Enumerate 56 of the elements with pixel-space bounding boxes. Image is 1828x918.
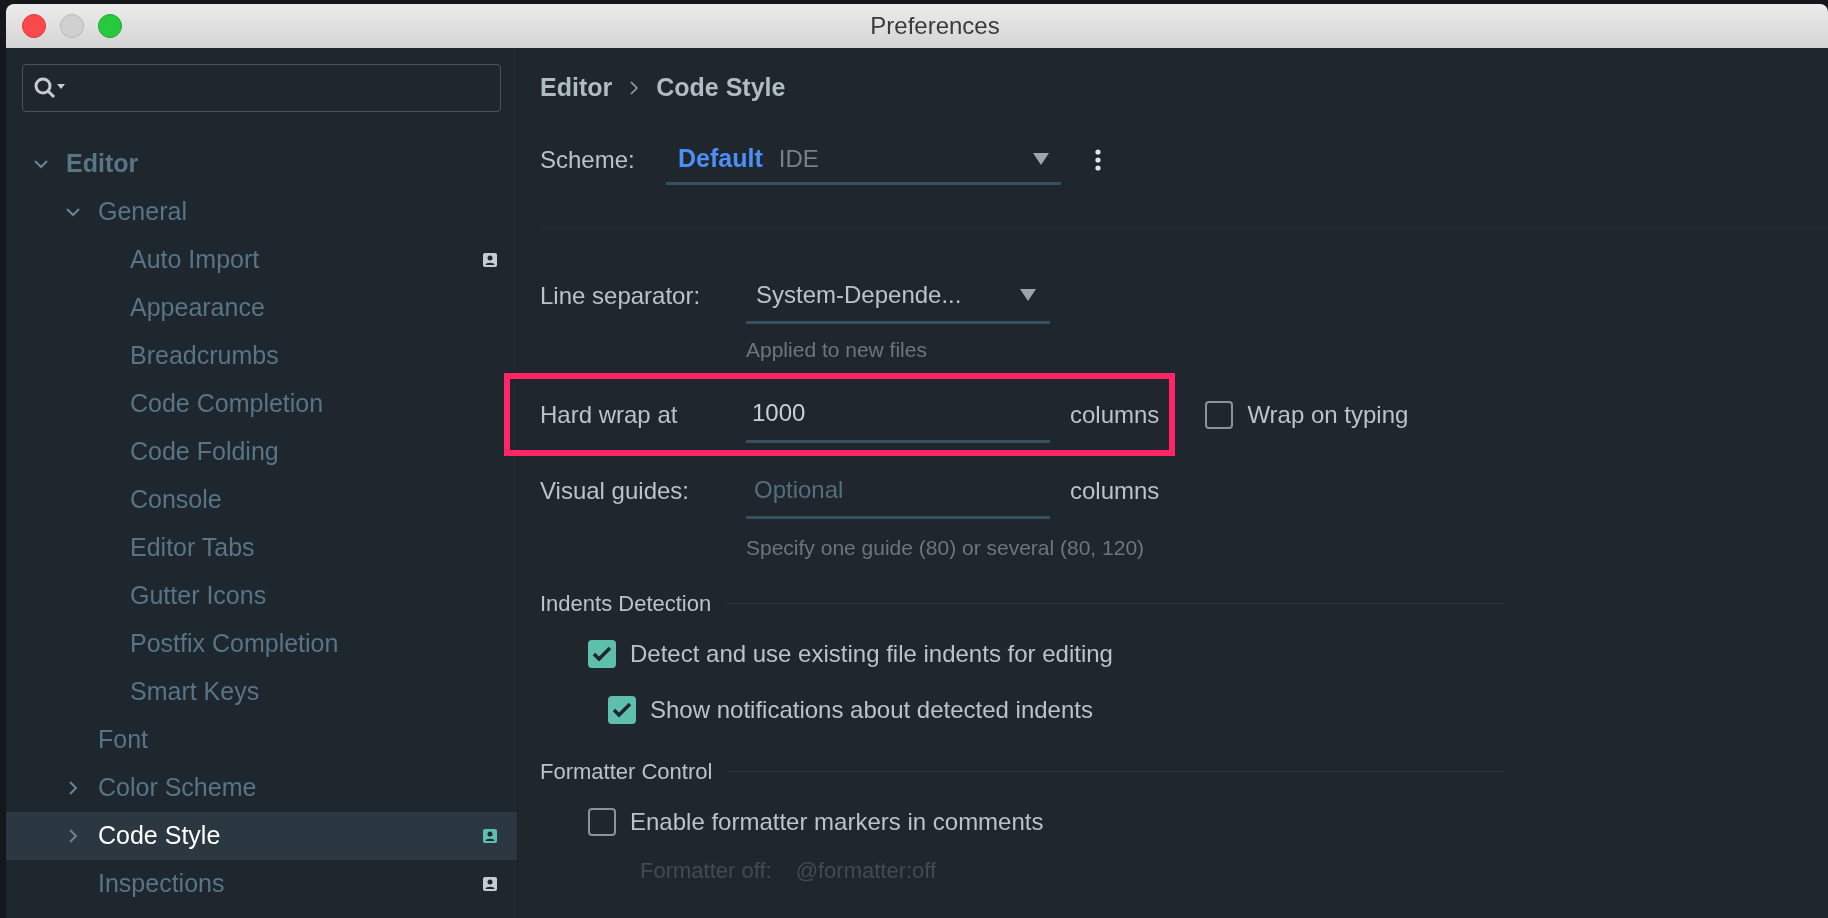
- tree-item[interactable]: Editor: [6, 140, 517, 188]
- checkbox[interactable]: [588, 640, 616, 668]
- checkbox[interactable]: [588, 808, 616, 836]
- checkbox-label: Enable formatter markers in comments: [630, 807, 1044, 837]
- hint-text: Applied to new files: [746, 337, 927, 364]
- checkbox-label: Show notifications about detected indents: [650, 695, 1093, 725]
- close-button[interactable]: [22, 14, 46, 38]
- tree-item[interactable]: Code Style: [6, 812, 517, 860]
- tree-item[interactable]: Smart Keys: [6, 668, 517, 716]
- scheme-dropdown[interactable]: Default IDE: [666, 135, 1061, 185]
- scheme-label: Scheme:: [540, 145, 636, 175]
- checkbox[interactable]: [1205, 400, 1234, 429]
- tree-item[interactable]: Appearance: [6, 284, 517, 332]
- chevron-down-icon[interactable]: [66, 205, 80, 219]
- section-title: Indents Detection: [540, 589, 712, 618]
- line-separator-label: Line separator:: [540, 281, 702, 311]
- chevron-right-icon[interactable]: [66, 781, 80, 795]
- tree-item[interactable]: General: [6, 188, 517, 236]
- tree-item[interactable]: Code Folding: [6, 428, 517, 476]
- chevron-down-icon[interactable]: [34, 157, 48, 171]
- breadcrumb-item[interactable]: Code Style: [656, 69, 786, 107]
- zoom-button[interactable]: [98, 14, 122, 38]
- checkbox[interactable]: [608, 696, 636, 724]
- columns-label: columns: [1070, 399, 1160, 430]
- person-badge-icon: [483, 877, 497, 891]
- person-badge-icon: [483, 829, 497, 843]
- tree-item[interactable]: Color Scheme: [6, 764, 517, 812]
- hard-wrap-field[interactable]: 1000: [746, 386, 1050, 443]
- tree-item[interactable]: Auto Import: [6, 236, 517, 284]
- more-options-icon[interactable]: [1095, 149, 1101, 171]
- tree-item[interactable]: Font: [6, 716, 517, 764]
- breadcrumb-item[interactable]: Editor: [540, 69, 613, 107]
- hard-wrap-label: Hard wrap at: [540, 399, 679, 430]
- tree-item[interactable]: Code Completion: [6, 380, 517, 428]
- chevron-right-icon[interactable]: [66, 829, 80, 843]
- hint-text: Specify one guide (80) or several (80, 120): [746, 535, 1145, 562]
- tree-item[interactable]: Postfix Completion: [6, 620, 517, 668]
- tree-item[interactable]: Console: [6, 476, 517, 524]
- section-title: Formatter Control: [540, 757, 713, 786]
- tree-item[interactable]: Editor Tabs: [6, 524, 517, 572]
- tree-item[interactable]: Gutter Icons: [6, 572, 517, 620]
- dropdown-arrow-icon: [1033, 152, 1049, 165]
- window-title: Preferences: [870, 11, 1000, 41]
- visual-guides-label: Visual guides:: [540, 476, 690, 506]
- tree-item[interactable]: Breadcrumbs: [6, 332, 517, 380]
- line-separator-dropdown[interactable]: System-Depende...: [746, 268, 1050, 324]
- visual-guides-field[interactable]: Optional: [746, 463, 1050, 519]
- search-icon: [33, 76, 67, 100]
- person-badge-icon: [483, 253, 497, 267]
- checkbox-label: Detect and use existing file indents for editing: [630, 639, 1113, 669]
- tree-item[interactable]: Inspections: [6, 860, 517, 908]
- checkbox-label: Wrap on typing: [1247, 399, 1409, 430]
- columns-label: columns: [1070, 476, 1160, 506]
- search-field[interactable]: [22, 64, 501, 112]
- chevron-right-icon: [630, 81, 639, 95]
- dropdown-arrow-icon: [1020, 288, 1036, 301]
